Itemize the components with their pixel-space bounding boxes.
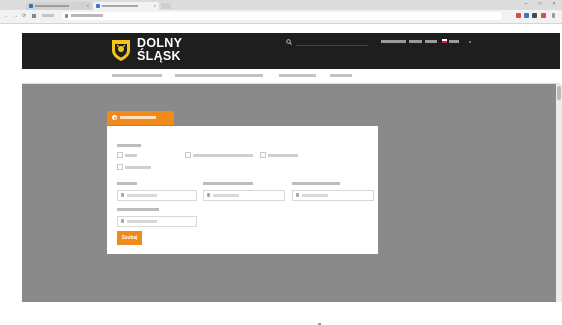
date-to-label xyxy=(292,182,340,185)
extension-icon-1[interactable] xyxy=(516,13,521,18)
nav-item-2[interactable] xyxy=(175,74,263,77)
checkbox-1-label xyxy=(125,154,137,157)
search-submit-button[interactable]: Szukaj xyxy=(117,231,142,245)
checkbox-4-label xyxy=(125,166,151,169)
scrollbar[interactable] xyxy=(556,84,562,302)
tab-close-icon[interactable]: × xyxy=(154,3,156,8)
site-logo-text[interactable]: DOLNY ŚLĄSK xyxy=(137,37,182,63)
object-type-label xyxy=(117,144,141,147)
extension-icon-3[interactable] xyxy=(532,13,537,18)
extension-icon-4[interactable] xyxy=(541,13,546,18)
language-selector[interactable] xyxy=(449,40,459,43)
search-panel-tab[interactable] xyxy=(107,111,174,125)
nav-item-3[interactable] xyxy=(279,74,316,77)
tab-close-icon[interactable]: × xyxy=(87,3,89,8)
checkbox-4[interactable] xyxy=(117,164,123,170)
search-icon[interactable] xyxy=(286,39,292,45)
tab-favicon-icon xyxy=(96,4,100,8)
scrollbar-thumb[interactable] xyxy=(557,86,561,100)
home-icon[interactable] xyxy=(32,14,36,18)
calendar-icon xyxy=(296,193,299,197)
browser-tab-1[interactable]: × xyxy=(26,2,92,10)
nav-item-4[interactable] xyxy=(330,74,352,77)
minimize-icon[interactable]: – xyxy=(519,1,533,8)
search-panel-tab-icon xyxy=(112,115,117,120)
logo-line-2: ŚLĄSK xyxy=(137,49,181,63)
browser-titlebar: × × – □ × xyxy=(0,0,562,10)
browser-tab-2-active[interactable]: × xyxy=(93,2,159,10)
location-input[interactable] xyxy=(117,190,197,201)
calendar-icon xyxy=(207,193,210,197)
checkbox-3-label xyxy=(268,154,298,157)
close-window-icon[interactable]: × xyxy=(547,1,561,8)
reload-icon[interactable]: ⟳ xyxy=(22,13,26,19)
checkbox-2[interactable] xyxy=(185,152,191,158)
maximize-icon[interactable]: □ xyxy=(533,1,547,8)
tab-title xyxy=(35,5,69,7)
top-link-1[interactable] xyxy=(381,40,406,43)
keyword-label xyxy=(117,208,159,211)
language-chevron-icon[interactable] xyxy=(469,41,471,43)
page-footer-strip xyxy=(22,302,560,325)
apps-shortcut-icon[interactable] xyxy=(42,14,54,17)
location-placeholder xyxy=(127,194,157,197)
location-label xyxy=(117,182,137,185)
top-link-2[interactable] xyxy=(409,40,422,43)
coat-of-arms-logo-icon[interactable] xyxy=(109,38,133,62)
date-to-input[interactable] xyxy=(292,190,374,201)
keyword-input[interactable] xyxy=(117,216,197,227)
date-from-label xyxy=(203,182,253,185)
site-search-input[interactable] xyxy=(296,39,368,46)
lock-icon xyxy=(65,14,68,18)
polish-flag-icon[interactable] xyxy=(442,39,447,43)
search-panel xyxy=(107,126,378,254)
top-link-3[interactable] xyxy=(425,40,437,43)
url-text xyxy=(71,14,103,17)
forward-icon[interactable]: → xyxy=(13,13,18,19)
back-icon[interactable]: ← xyxy=(4,13,9,19)
checkbox-1[interactable] xyxy=(117,152,123,158)
tab-favicon-icon xyxy=(29,4,33,8)
date-to-placeholder xyxy=(302,194,328,197)
new-tab-button[interactable] xyxy=(161,3,171,9)
checkbox-2-label xyxy=(193,154,253,157)
browser-menu-icon[interactable] xyxy=(552,13,555,18)
address-bar[interactable] xyxy=(62,12,502,20)
tab-title xyxy=(102,5,138,7)
date-from-input[interactable] xyxy=(203,190,285,201)
date-from-placeholder xyxy=(213,194,239,197)
map-pin-icon xyxy=(121,193,124,197)
browser-toolbar: ← → ⟳ xyxy=(0,10,562,24)
checkbox-3[interactable] xyxy=(260,152,266,158)
nav-item-1[interactable] xyxy=(112,74,162,77)
search-panel-tab-label xyxy=(120,116,156,119)
keyword-placeholder xyxy=(127,220,157,223)
main-navigation xyxy=(22,69,560,84)
extension-icon-2[interactable] xyxy=(524,13,529,18)
search-field-icon xyxy=(121,219,124,223)
